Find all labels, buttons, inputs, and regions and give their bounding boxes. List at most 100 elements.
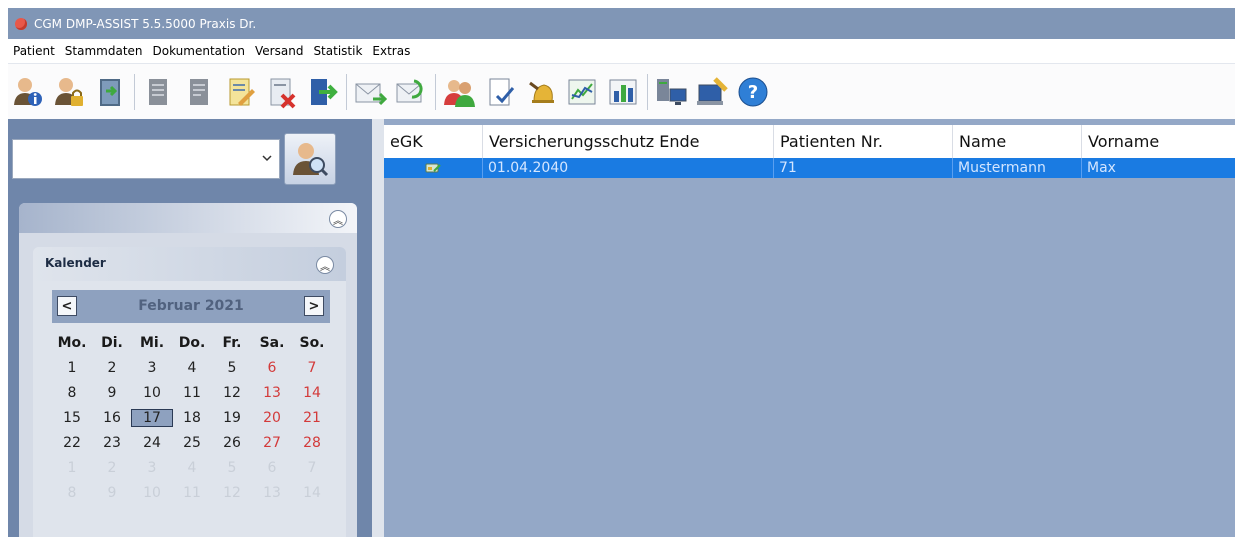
menu-dokumentation[interactable]: Dokumentation <box>148 44 251 58</box>
column-header-vorname[interactable]: Vorname <box>1082 125 1235 158</box>
svg-text:?: ? <box>748 82 758 103</box>
calendar-day[interactable]: 8 <box>52 385 92 401</box>
column-header-patienten-nr[interactable]: Patienten Nr. <box>774 125 953 158</box>
toolbar-separator <box>134 73 135 110</box>
calendar-day-next-month[interactable]: 8 <box>52 485 92 501</box>
calendar-next-button[interactable]: > <box>304 296 324 316</box>
menu-statistik[interactable]: Statistik <box>308 44 367 58</box>
window-title: CGM DMP-ASSIST 5.5.5000 Praxis Dr. <box>34 16 257 31</box>
calendar-day[interactable]: 25 <box>172 435 212 451</box>
calendar-day-next-month[interactable]: 13 <box>252 485 292 501</box>
calendar-day-selected[interactable]: 17 <box>131 408 173 427</box>
calendar-day[interactable]: 3 <box>132 360 172 376</box>
calendar-day[interactable]: 23 <box>92 435 132 451</box>
mail-send-icon[interactable] <box>350 72 390 112</box>
calendar-day-weekend[interactable]: 21 <box>292 410 332 426</box>
document-delete-icon[interactable] <box>261 72 301 112</box>
calendar-day-next-month[interactable]: 11 <box>172 485 212 501</box>
column-header-versicherungsschutz-ende[interactable]: Versicherungsschutz Ende <box>483 125 774 158</box>
calendar-day[interactable]: 1 <box>52 360 92 376</box>
calendar-day-weekend[interactable]: 14 <box>292 385 332 401</box>
patient-lock-icon[interactable] <box>49 72 89 112</box>
menu-patient[interactable]: Patient <box>8 44 60 58</box>
document-edit-icon[interactable] <box>220 72 260 112</box>
document-gray-2-icon[interactable] <box>179 72 219 112</box>
calendar-day-weekend[interactable]: 27 <box>252 435 292 451</box>
calendar-day[interactable]: 22 <box>52 435 92 451</box>
toolbar-separator <box>346 73 347 110</box>
calendar-month-label: Februar 2021 <box>138 298 244 314</box>
bell-icon[interactable] <box>521 72 561 112</box>
calendar-panel-header: Kalender ︽ <box>33 247 346 281</box>
menu-extras[interactable]: Extras <box>367 44 415 58</box>
weekday-label: Do. <box>178 334 206 351</box>
calendar-grid: Mo. Di. Mi. Do. Fr. Sa. So. 1 2 3 4 5 6 … <box>52 330 332 505</box>
calendar-day-next-month[interactable]: 3 <box>132 460 172 476</box>
calendar-day[interactable]: 24 <box>132 435 172 451</box>
patient-search-combobox[interactable] <box>12 139 280 179</box>
calendar-week-row: 8 9 10 11 12 13 14 <box>52 480 332 505</box>
calendar-week-row: 15 16 17 18 19 20 21 <box>52 405 332 430</box>
calendar-day[interactable]: 19 <box>212 410 252 426</box>
panel-splitter[interactable] <box>372 119 384 537</box>
computer-arm-icon[interactable] <box>692 72 732 112</box>
calendar-day-next-month[interactable]: 4 <box>172 460 212 476</box>
calendar-day-next-month[interactable]: 14 <box>292 485 332 501</box>
weekday-label: Fr. <box>222 334 242 351</box>
chevron-down-icon[interactable] <box>261 152 273 164</box>
document-check-icon[interactable] <box>480 72 520 112</box>
patient-table-area <box>384 119 1235 537</box>
weekday-label: Mi. <box>139 334 165 351</box>
collapse-chevron-icon[interactable]: ︽ <box>329 210 347 228</box>
chart-line-icon[interactable] <box>562 72 602 112</box>
table-row[interactable]: 01.04.2040 71 Mustermann Max <box>384 158 1235 178</box>
calendar-day[interactable]: 12 <box>212 385 252 401</box>
weekday-label: Sa. <box>259 334 285 351</box>
server-computer-icon[interactable] <box>651 72 691 112</box>
calendar-day[interactable]: 10 <box>132 385 172 401</box>
calendar-day-next-month[interactable]: 5 <box>212 460 252 476</box>
calendar-day-next-month[interactable]: 10 <box>132 485 172 501</box>
calendar-day[interactable]: 16 <box>92 410 132 426</box>
door-exit-icon[interactable] <box>90 72 130 112</box>
calendar-month-bar: < Februar 2021 > <box>52 290 330 323</box>
calendar-day-next-month[interactable]: 1 <box>52 460 92 476</box>
outer-panel-header: ︽ <box>19 203 357 233</box>
calendar-day[interactable]: 5 <box>212 360 252 376</box>
calendar-day-next-month[interactable]: 6 <box>252 460 292 476</box>
table-header: eGK Versicherungsschutz Ende Patienten N… <box>384 125 1235 158</box>
mail-refresh-icon[interactable] <box>391 72 431 112</box>
patient-search-button[interactable] <box>284 133 336 185</box>
calendar-day-weekend[interactable]: 6 <box>252 360 292 376</box>
app-icon <box>15 17 27 30</box>
calendar-panel-title: Kalender <box>45 256 106 270</box>
calendar-collapse-chevron-icon[interactable]: ︽ <box>316 256 334 274</box>
calendar-day-next-month[interactable]: 12 <box>212 485 252 501</box>
calendar-day-weekend[interactable]: 28 <box>292 435 332 451</box>
exit-arrow-icon[interactable] <box>302 72 342 112</box>
calendar-day[interactable]: 4 <box>172 360 212 376</box>
vorname-cell: Max <box>1087 160 1116 176</box>
weekday-label: Mo. <box>57 334 87 351</box>
calendar-day-next-month[interactable]: 9 <box>92 485 132 501</box>
calendar-day[interactable]: 15 <box>52 410 92 426</box>
help-icon[interactable]: ? <box>733 72 773 112</box>
calendar-day[interactable]: 2 <box>92 360 132 376</box>
users-icon[interactable] <box>439 72 479 112</box>
calendar-day-weekend[interactable]: 20 <box>252 410 292 426</box>
calendar-day[interactable]: 18 <box>172 410 212 426</box>
calendar-day[interactable]: 9 <box>92 385 132 401</box>
calendar-day-next-month[interactable]: 2 <box>92 460 132 476</box>
calendar-day-next-month[interactable]: 7 <box>292 460 332 476</box>
patient-info-icon[interactable] <box>8 72 48 112</box>
column-header-name[interactable]: Name <box>953 125 1082 158</box>
document-gray-icon[interactable] <box>138 72 178 112</box>
calendar-day-weekend[interactable]: 13 <box>252 385 292 401</box>
chart-bar-icon[interactable] <box>603 72 643 112</box>
calendar-day[interactable]: 11 <box>172 385 212 401</box>
column-header-egk[interactable]: eGK <box>384 125 483 158</box>
menu-stammdaten[interactable]: Stammdaten <box>60 44 148 58</box>
calendar-day-weekend[interactable]: 7 <box>292 360 332 376</box>
menu-versand[interactable]: Versand <box>250 44 308 58</box>
calendar-day[interactable]: 26 <box>212 435 252 451</box>
